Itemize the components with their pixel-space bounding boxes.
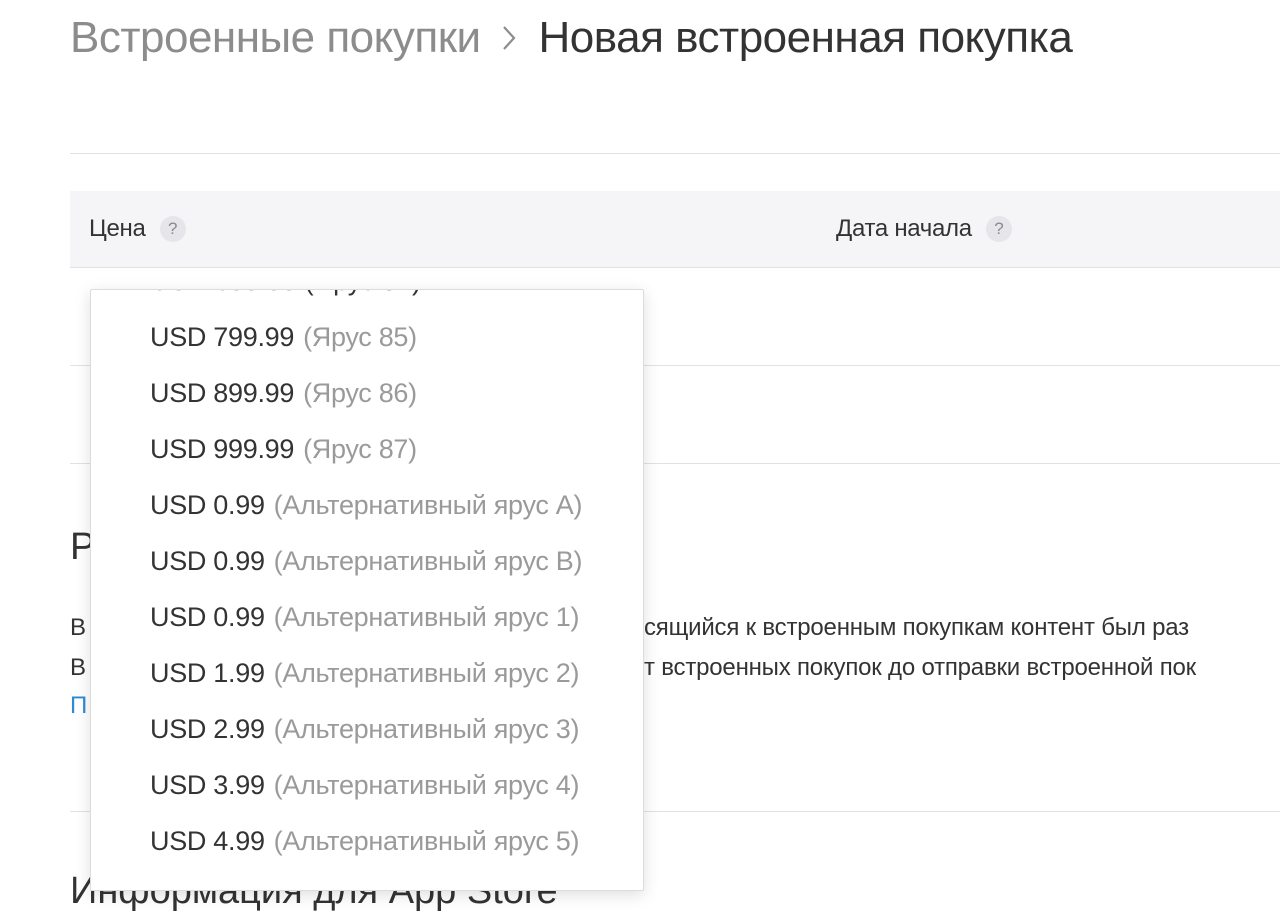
price-option[interactable]: USD 3.99 (Альтернативный ярус 4) xyxy=(91,757,643,813)
question-circle-icon[interactable]: ? xyxy=(159,216,186,242)
start-date-column-header: Дата начала ? xyxy=(836,191,1012,267)
divider xyxy=(70,153,1280,154)
price-option-price: USD 999.99 xyxy=(150,433,295,464)
price-option-price: USD 0.99 xyxy=(150,545,265,576)
price-option[interactable]: USD 0.99 (Альтернативный ярус 1) xyxy=(91,589,643,645)
price-option[interactable]: USD 899.99 (Ярус 86) xyxy=(91,365,643,421)
price-option[interactable]: USD 0.99 (Альтернативный ярус B) xyxy=(91,533,643,589)
price-option[interactable]: USD 1.99 (Альтернативный ярус 2) xyxy=(91,645,643,701)
price-option-price: USD 799.99 xyxy=(150,321,295,352)
price-table-header: Цена ? Дата начала ? xyxy=(70,191,1280,268)
price-option-tier: (Ярус 85) xyxy=(303,321,417,352)
price-option-partial[interactable]: USD 699.99 (Ярус 84) xyxy=(150,290,421,302)
price-option-tier: (Альтернативный ярус 3) xyxy=(273,713,580,744)
chevron-right-icon xyxy=(501,24,517,52)
price-option-price: USD 0.99 xyxy=(150,489,265,520)
price-option-price: USD 0.99 xyxy=(150,601,265,632)
price-option-tier: (Альтернативный ярус A) xyxy=(273,489,583,520)
section-text-line-1: сящийся к встроенным покупкам контент бы… xyxy=(644,614,1189,641)
price-option-tier: (Альтернативный ярус 4) xyxy=(273,769,580,800)
price-column-label: Цена xyxy=(89,215,146,242)
price-column-header: Цена ? xyxy=(89,191,186,267)
breadcrumb: Встроенные покупки Новая встроенная поку… xyxy=(70,10,1073,66)
price-option-tier: (Альтернативный ярус B) xyxy=(273,545,583,576)
price-option-tier: (Альтернативный ярус 2) xyxy=(273,657,580,688)
price-option-tier: (Альтернативный ярус 1) xyxy=(273,601,580,632)
price-option[interactable]: USD 2.99 (Альтернативный ярус 3) xyxy=(91,701,643,757)
price-option-tier: (Альтернативный ярус 5) xyxy=(273,825,580,856)
price-dropdown-menu[interactable]: USD 699.99 (Ярус 84) USD 799.99 (Ярус 85)… xyxy=(90,289,644,891)
price-option[interactable]: USD 999.99 (Ярус 87) xyxy=(91,421,643,477)
price-option-price: USD 3.99 xyxy=(150,769,265,800)
price-option-price: USD 4.99 xyxy=(150,825,265,856)
page-title: Новая встроенная покупка xyxy=(538,13,1073,62)
breadcrumb-parent-link[interactable]: Встроенные покупки xyxy=(70,13,481,63)
section-text-line-1-start: В xyxy=(70,614,86,641)
price-option[interactable]: USD 4.99 (Альтернативный ярус 5) xyxy=(91,813,643,869)
price-option-price: USD 2.99 xyxy=(150,713,265,744)
section-text-line-2: т встроенных покупок до отправки встроен… xyxy=(644,654,1196,681)
start-date-column-label: Дата начала xyxy=(836,215,972,242)
price-option-tier: (Ярус 86) xyxy=(303,377,417,408)
question-circle-icon[interactable]: ? xyxy=(985,216,1012,242)
section-link[interactable]: П xyxy=(70,692,87,720)
price-option-price: USD 1.99 xyxy=(150,657,265,688)
price-option-price: USD 899.99 xyxy=(150,377,295,408)
price-option-tier: (Ярус 87) xyxy=(303,433,417,464)
section-text-line-2-start: В xyxy=(70,654,86,681)
price-option[interactable]: USD 799.99 (Ярус 85) xyxy=(91,309,643,365)
price-option[interactable]: USD 0.99 (Альтернативный ярус A) xyxy=(91,477,643,533)
